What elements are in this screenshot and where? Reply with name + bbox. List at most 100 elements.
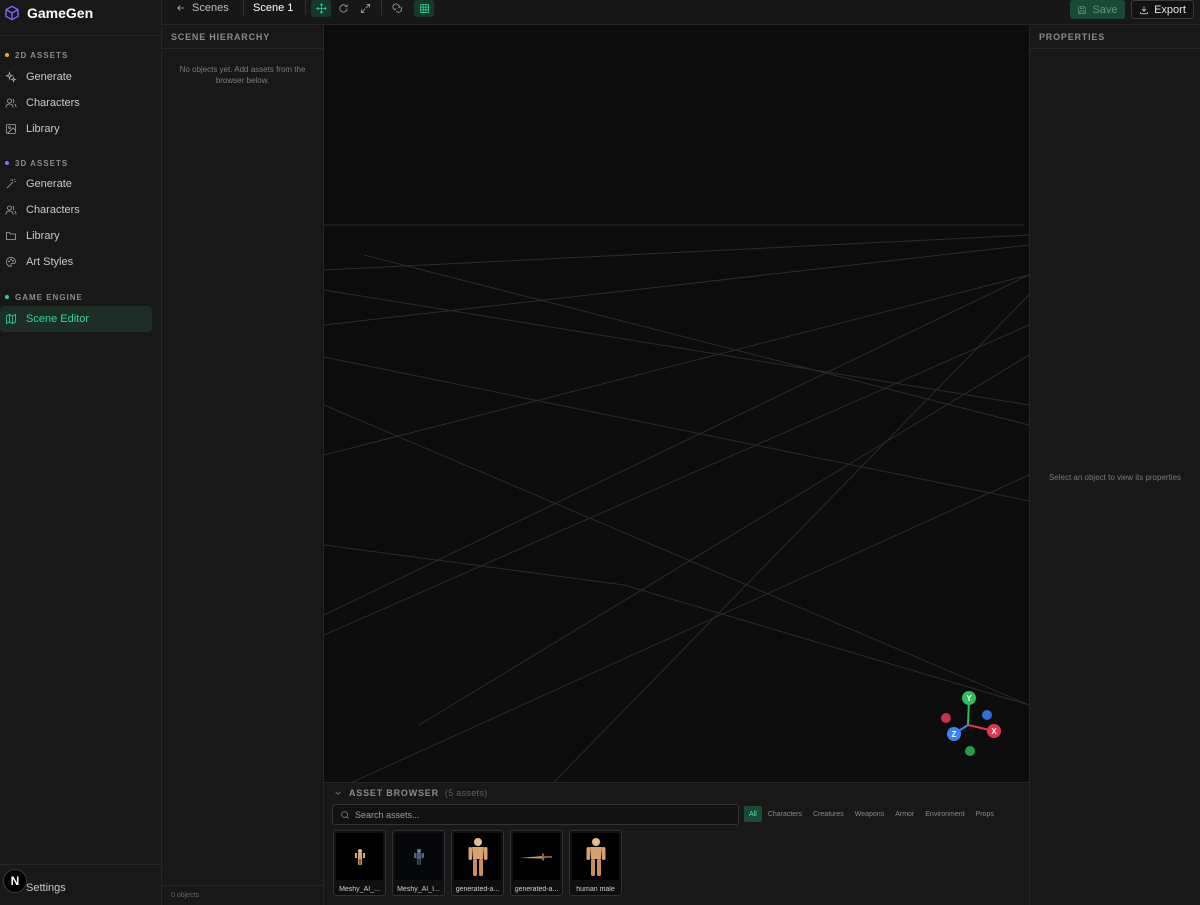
asset-card[interactable]: generated-a...: [510, 830, 563, 896]
z-axis-handle[interactable]: Z: [947, 727, 961, 741]
asset-thumbnail: [395, 833, 442, 880]
filter-creatures[interactable]: Creatures: [808, 806, 849, 822]
scale-icon: [360, 3, 370, 14]
nav-label: Generate: [26, 178, 72, 190]
x-axis-handle[interactable]: X: [987, 724, 1001, 738]
nav-label: Generate: [26, 71, 72, 83]
settings-link[interactable]: Settings: [26, 882, 66, 894]
brand-divider: [0, 35, 161, 36]
asset-browser-title: ASSET BROWSER: [349, 788, 439, 798]
nav-label: Characters: [26, 204, 80, 216]
grid-icon: [419, 3, 429, 14]
nav-3d-art-styles[interactable]: Art Styles: [0, 249, 152, 275]
sparkles-icon: [5, 71, 17, 83]
toolbar-divider: [381, 0, 382, 15]
y-axis-handle[interactable]: Y: [962, 691, 976, 705]
empty-hierarchy-message: No objects yet. Add assets from the brow…: [179, 65, 306, 85]
magnet-icon: [392, 3, 402, 13]
asset-name: human male: [576, 886, 615, 893]
asset-browser-header[interactable]: ASSET BROWSER (5 assets): [334, 788, 487, 798]
export-label: Export: [1154, 3, 1186, 16]
z-axis-label: Z: [952, 730, 957, 739]
asset-search[interactable]: [332, 804, 739, 825]
asset-thumbnail: [454, 833, 501, 880]
human-figure-thumbnail-icon: [468, 837, 487, 876]
cube-logo-icon: [5, 5, 19, 20]
users-icon: [5, 205, 17, 215]
asset-name: generated-a...: [514, 886, 559, 893]
arrow-left-icon: [177, 5, 185, 11]
nav-label: Art Styles: [26, 256, 74, 268]
nav-label: Scene Editor: [26, 313, 89, 325]
sidebar: GameGen 2D ASSETS Generate Characters Li…: [0, 0, 162, 905]
x-axis-label: X: [991, 727, 997, 736]
section-3d-assets: 3D ASSETS Generate Characters Library Ar…: [0, 157, 161, 275]
section-2d-assets: 2D ASSETS Generate Characters Library: [0, 49, 161, 142]
asset-grid: Meshy_AI_... Meshy_AI_I... generated-a..…: [333, 830, 628, 896]
search-icon: [341, 810, 350, 819]
back-to-scenes-button[interactable]: Scenes: [176, 0, 229, 16]
human-figure-thumbnail-icon: [586, 837, 605, 876]
toolbar: Scenes Scene 1 Save Export: [162, 0, 1200, 25]
scene-hierarchy-panel: SCENE HIERARCHY No objects yet. Add asse…: [162, 25, 324, 905]
nav-2d-generate[interactable]: Generate: [0, 64, 152, 90]
save-button[interactable]: Save: [1070, 0, 1125, 19]
asset-card[interactable]: generated-a...: [451, 830, 504, 896]
move-icon: [315, 3, 327, 14]
grid-toggle-button[interactable]: [414, 0, 434, 17]
properties-panel: PROPERTIES Select an object to view its …: [1029, 25, 1200, 905]
section-title-text: GAME ENGINE: [15, 292, 83, 302]
nav-3d-characters[interactable]: Characters: [0, 197, 152, 223]
nav-2d-library[interactable]: Library: [0, 116, 152, 142]
toolbar-divider: [243, 0, 244, 15]
section-title-text: 3D ASSETS: [15, 158, 69, 168]
brand[interactable]: GameGen: [0, 0, 161, 25]
nav-scene-editor[interactable]: Scene Editor: [0, 306, 152, 332]
folder-icon: [6, 232, 16, 240]
asset-filters: All Characters Creatures Weapons Armor E…: [744, 806, 1000, 822]
magic-wand-icon: [6, 178, 16, 189]
filter-armor[interactable]: Armor: [890, 806, 919, 822]
nav-label: Library: [26, 123, 60, 135]
image-icon: [6, 124, 16, 134]
figure-thumbnail-icon: [354, 848, 365, 865]
avatar[interactable]: N: [3, 869, 27, 893]
scale-tool-button[interactable]: [355, 0, 375, 17]
map-icon: [6, 313, 16, 325]
nav-3d-library[interactable]: Library: [0, 223, 152, 249]
neg-x-handle[interactable]: [941, 713, 951, 723]
3d-viewport[interactable]: Y X Z: [324, 25, 1029, 782]
asset-card[interactable]: Meshy_AI_...: [333, 830, 386, 896]
filter-all[interactable]: All: [744, 806, 762, 822]
rotate-tool-button[interactable]: [333, 0, 353, 17]
asset-name: generated-a...: [455, 886, 500, 893]
scene-name[interactable]: Scene 1: [253, 0, 293, 16]
move-tool-button[interactable]: [311, 0, 331, 17]
neg-z-handle[interactable]: [982, 710, 992, 720]
section-title: 3D ASSETS: [0, 157, 161, 169]
empty-properties-message: Select an object to view its properties: [1048, 473, 1182, 482]
save-icon: [1078, 5, 1087, 14]
back-label: Scenes: [192, 2, 229, 14]
asset-card[interactable]: Meshy_AI_I...: [392, 830, 445, 896]
rotate-icon: [339, 4, 348, 13]
export-button[interactable]: Export: [1131, 0, 1194, 19]
sword-thumbnail-icon: [518, 853, 553, 860]
filter-weapons[interactable]: Weapons: [850, 806, 889, 822]
nav-2d-characters[interactable]: Characters: [0, 90, 152, 116]
section-dot: [5, 161, 9, 165]
snap-tool-button[interactable]: [387, 0, 407, 17]
nav-3d-generate[interactable]: Generate: [0, 171, 152, 197]
filter-environment[interactable]: Environment: [920, 806, 969, 822]
asset-card[interactable]: human male: [569, 830, 622, 896]
users-icon: [5, 98, 17, 108]
filter-characters[interactable]: Characters: [763, 806, 807, 822]
search-input[interactable]: [355, 809, 725, 820]
filter-props[interactable]: Props: [971, 806, 999, 822]
asset-thumbnail: [513, 833, 560, 880]
y-axis-label: Y: [966, 694, 972, 703]
neg-y-handle[interactable]: [965, 746, 975, 756]
section-title-text: 2D ASSETS: [15, 50, 69, 60]
axis-gizmo[interactable]: Y X Z: [933, 687, 1005, 759]
section-dot: [5, 295, 9, 299]
